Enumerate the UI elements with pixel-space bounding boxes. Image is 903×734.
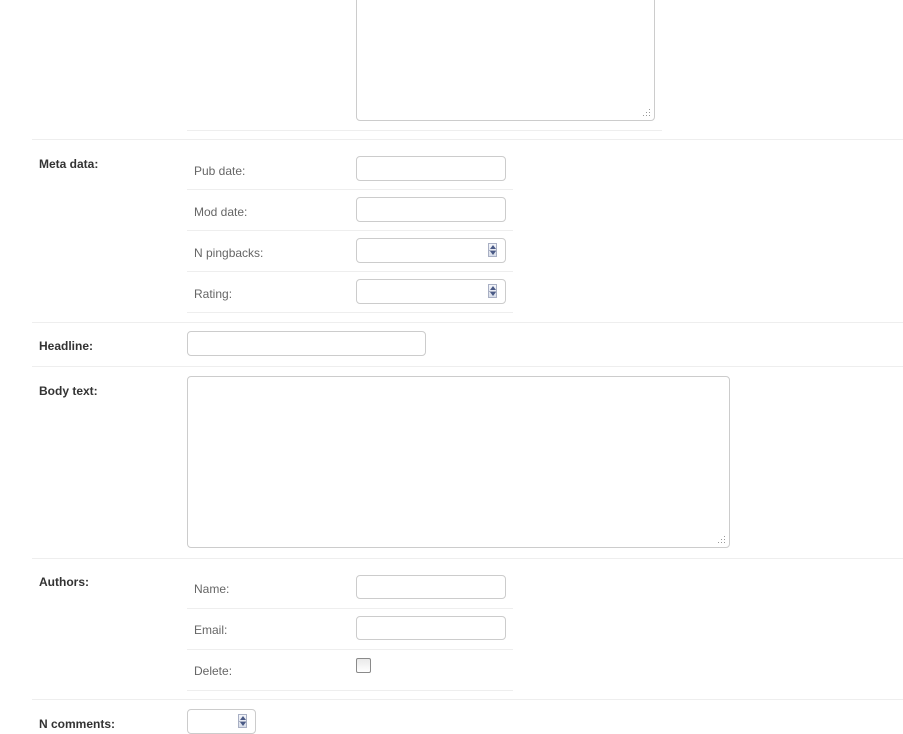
delete-label: Delete: (194, 664, 233, 678)
name-label: Name: (194, 582, 230, 596)
n-pingbacks-label: N pingbacks: (194, 246, 264, 260)
n-pingbacks-input[interactable] (356, 238, 506, 263)
rating-label: Rating: (194, 287, 233, 301)
n-pingbacks-spinner-icon[interactable] (488, 243, 497, 257)
email-label: Email: (194, 623, 228, 637)
meta-data-label: Meta data: (39, 157, 99, 171)
delete-checkbox[interactable] (356, 658, 371, 673)
mod-date-input[interactable] (356, 197, 506, 222)
n-comments-spinner-icon[interactable] (238, 714, 247, 728)
body-text-label: Body text: (39, 384, 98, 398)
authors-label: Authors: (39, 575, 89, 589)
resize-grip-icon[interactable] (716, 534, 726, 544)
name-input[interactable] (356, 575, 506, 599)
email-input[interactable] (356, 616, 506, 640)
pub-date-label: Pub date: (194, 164, 246, 178)
previous-textarea[interactable] (356, 0, 655, 121)
rating-input[interactable] (356, 279, 506, 304)
n-comments-label: N comments: (39, 717, 116, 731)
headline-input[interactable] (187, 331, 426, 356)
resize-grip-icon[interactable] (641, 107, 651, 117)
body-text-textarea[interactable] (187, 376, 730, 548)
rating-spinner-icon[interactable] (488, 284, 497, 298)
headline-label: Headline: (39, 339, 94, 353)
mod-date-label: Mod date: (194, 205, 248, 219)
pub-date-input[interactable] (356, 156, 506, 181)
